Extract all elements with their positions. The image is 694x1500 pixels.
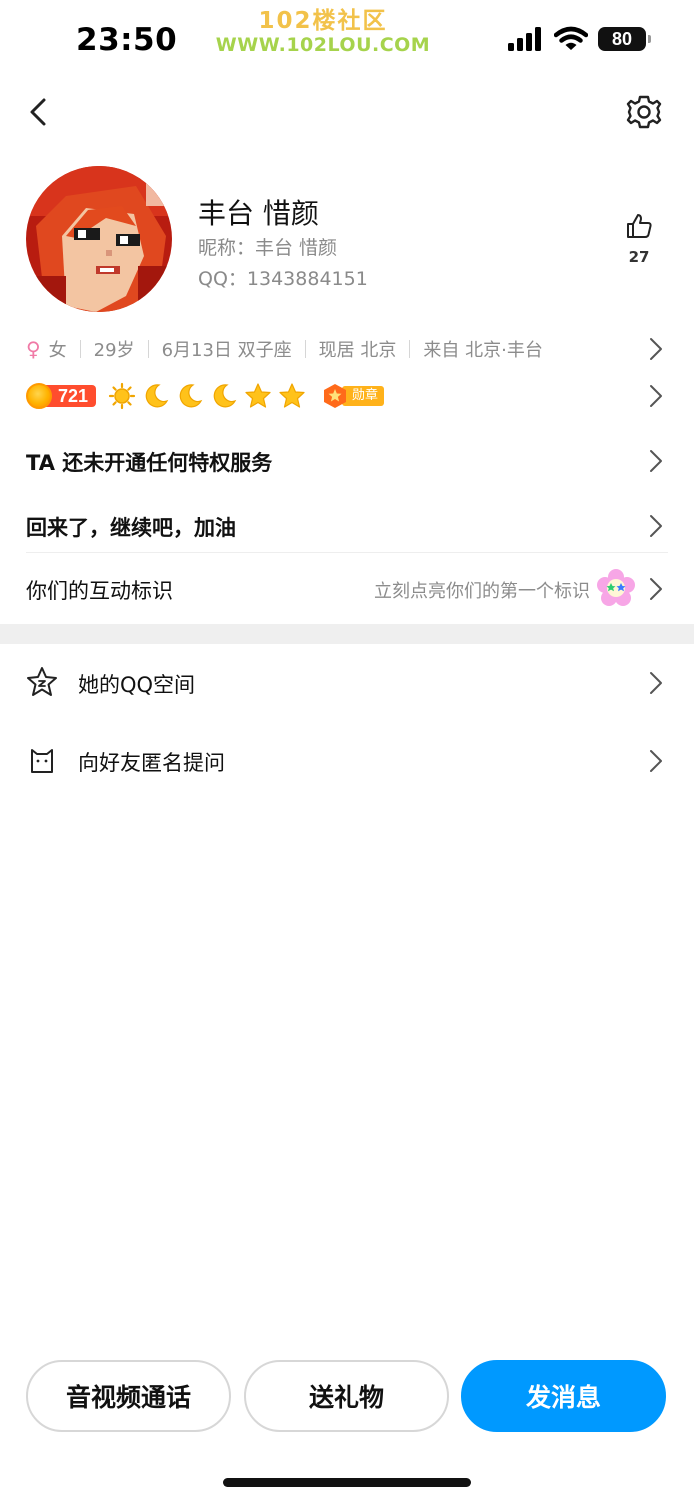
medal-badge: 勋章 [322,383,385,409]
signal-icon [508,27,541,51]
level-badge: 721 [26,383,97,409]
watermark: 102楼社区 WWW.102LOU.COM [208,8,438,56]
age: 29岁 [93,340,135,361]
battery-icon: 80 [598,27,651,51]
cat-chat-icon [31,749,53,773]
chevron-right-icon[interactable] [648,383,664,409]
level-icons [108,382,306,410]
wifi-icon [554,26,588,50]
nickname: 昵称：丰台 惜颜 [198,237,338,259]
star-icon [279,383,305,408]
gear-icon[interactable] [624,92,664,132]
privilege-status[interactable]: TA 还未开通任何特权服务 [26,447,272,477]
chevron-right-icon[interactable] [648,448,664,474]
flower-icon [597,569,635,606]
sun-icon [108,382,136,410]
chevron-left-icon[interactable] [24,92,54,132]
chevron-right-icon[interactable] [648,576,664,602]
interaction-hint[interactable]: 立刻点亮你们的第一个标识 [374,577,590,603]
chevron-right-icon[interactable] [648,336,664,362]
send-gift-button[interactable]: 送礼物 [244,1360,449,1432]
watermark-title: 102楼社区 [258,8,388,34]
divider [26,552,668,553]
moon-icon [213,384,237,408]
send-message-button[interactable]: 发消息 [461,1360,666,1432]
status-icons: 80 [508,26,651,52]
birthday: 6月13日 双子座 [161,340,292,361]
chevron-right-icon[interactable] [648,748,664,774]
like-button[interactable]: 27 [618,212,660,266]
chevron-right-icon[interactable] [648,513,664,539]
gender: 女 [48,340,67,361]
chevron-right-icon[interactable] [648,670,664,696]
section-separator [0,624,694,644]
video-call-button[interactable]: 音视频通话 [26,1360,231,1432]
profile-info-row[interactable]: ♀ 女 29岁 6月13日 双子座 现居 北京 来自 北京·丰台 [26,334,646,364]
divider [147,340,149,358]
coin-icon [26,383,52,409]
star-icon [245,383,271,408]
medal-icon [324,384,347,408]
current-city: 现居 北京 [318,340,397,361]
battery-level: 80 [611,28,633,49]
female-icon: ♀ [26,337,41,361]
status-time: 23:50 [76,22,178,58]
menu-item-qzone[interactable]: 她的QQ空间 [78,669,195,699]
hometown: 来自 北京·丰台 [423,340,543,361]
qq-number: QQ：1343884151 [198,268,368,290]
moon-icon [145,384,169,408]
status-bar: 23:50 102楼社区 WWW.102LOU.COM 80 [0,0,694,84]
like-count: 27 [628,248,650,266]
interaction-label[interactable]: 你们的互动标识 [26,575,173,605]
display-name: 丰台 惜颜 [198,197,319,230]
watermark-url: WWW.102LOU.COM [215,34,431,56]
avatar[interactable] [26,166,172,312]
signature[interactable]: 回来了，继续吧，加油 [26,512,236,542]
star-face-icon [27,667,57,696]
menu-item-anonymous-question[interactable]: 向好友匿名提问 [78,747,225,777]
divider [79,340,81,358]
moon-icon [179,384,203,408]
medal-label: 勋章 [342,386,385,406]
home-indicator[interactable] [223,1478,471,1487]
thumbs-up-icon [627,214,652,238]
divider [409,340,411,358]
divider [304,340,306,358]
level-badges[interactable]: 721 勋章 [26,380,385,412]
